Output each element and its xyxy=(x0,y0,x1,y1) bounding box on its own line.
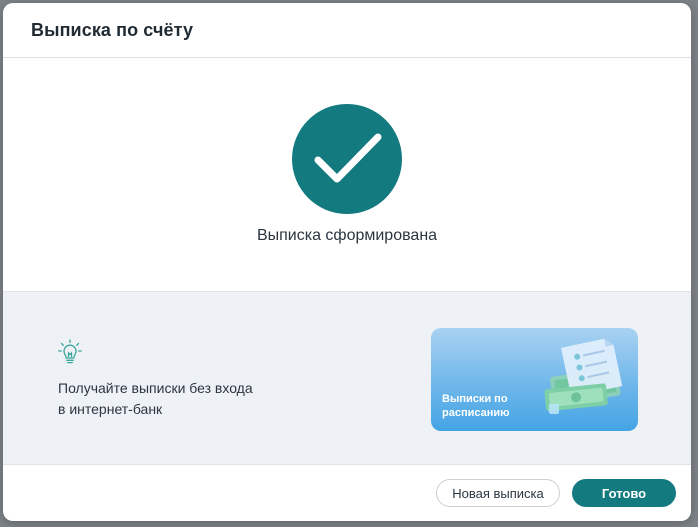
checkmark-icon xyxy=(314,133,382,183)
done-button[interactable]: Готово xyxy=(572,479,676,507)
scheduled-statements-banner[interactable]: Выписки по расписанию xyxy=(431,328,638,431)
promo-text: Получайте выписки без входа в интернет-б… xyxy=(58,380,253,417)
promo-section: Получайте выписки без входа в интернет-б… xyxy=(3,291,691,465)
banner-label: Выписки по расписанию xyxy=(442,393,510,419)
documents-illustration-icon xyxy=(544,338,623,414)
success-badge xyxy=(292,104,402,214)
new-statement-button[interactable]: Новая выписка xyxy=(436,479,560,507)
statement-dialog: Выписка по счёту Выписка сформирована По xyxy=(3,3,691,521)
dialog-title: Выписка по счёту xyxy=(31,20,194,40)
success-section: Выписка сформирована xyxy=(3,58,691,291)
success-message: Выписка сформирована xyxy=(256,227,438,244)
dialog-footer: Новая выписка Готово xyxy=(3,465,691,521)
dialog-header: Выписка по счёту xyxy=(3,3,691,58)
lightbulb-icon xyxy=(58,339,82,364)
